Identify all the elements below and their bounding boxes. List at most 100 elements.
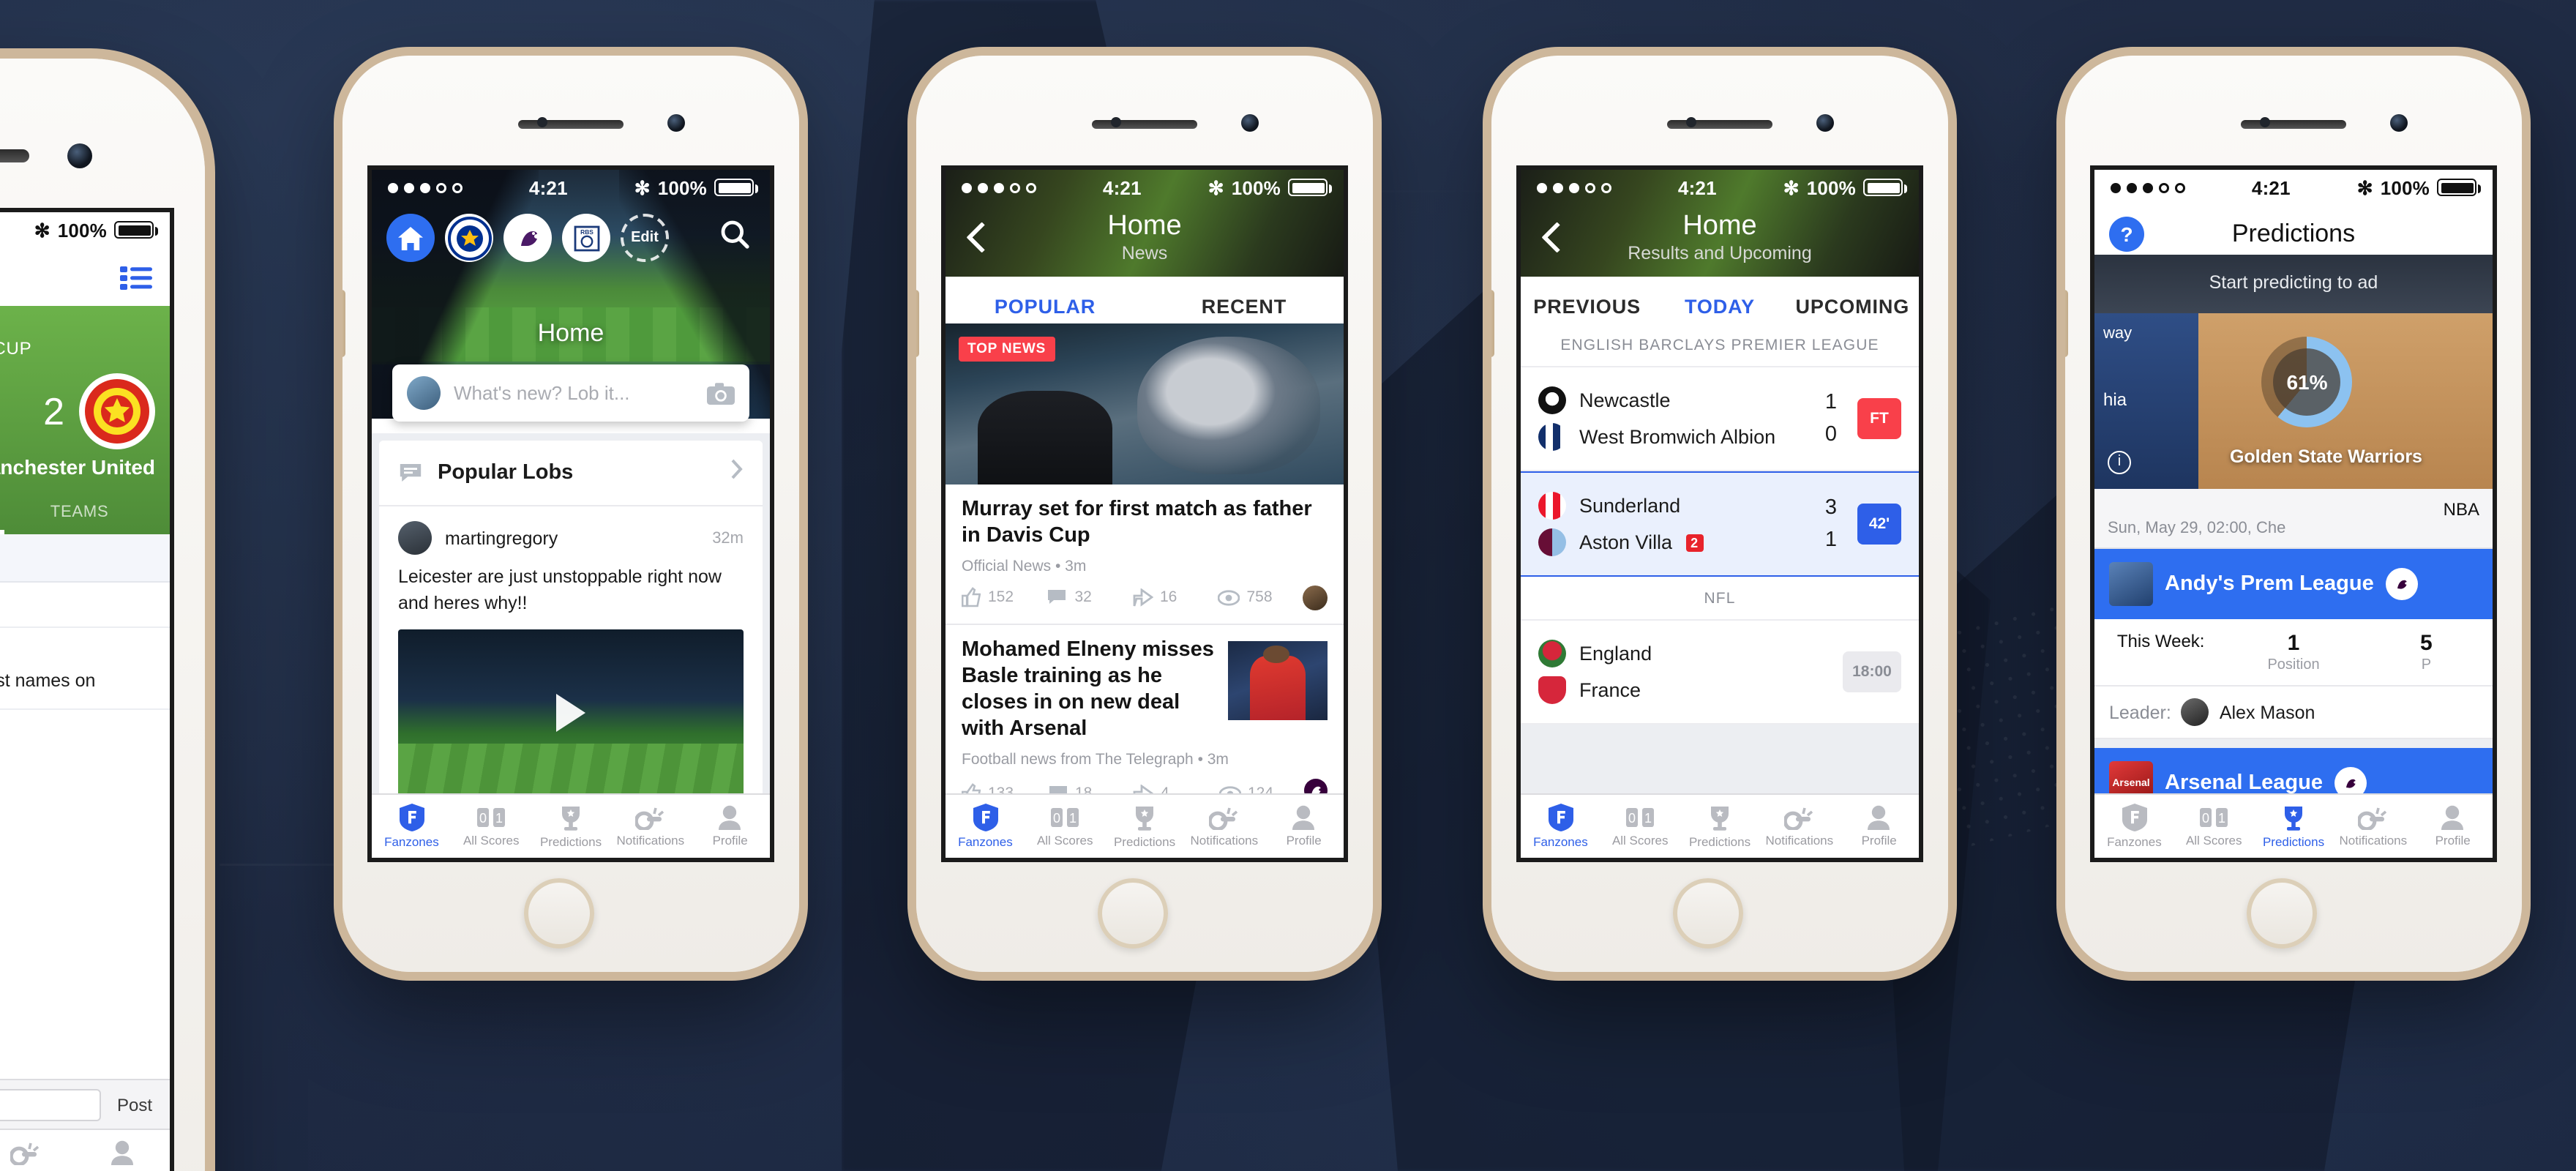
competition-label: THE EMIRATES FA CUP [0,338,32,359]
tabbar-item-all-scores[interactable]: 0 1 All Scores [1600,795,1680,858]
svg-text:0: 0 [2202,811,2209,826]
article-headline[interactable]: Murray set for first match as father in … [946,485,1344,550]
match-row[interactable]: Sunderland Aston Villa 2 3 1 42' [1521,471,1919,577]
post-button[interactable]: Post [111,1094,158,1115]
featured-prediction-card[interactable]: way hia i 61% Golden State Warriors [2094,313,2493,489]
fanzone-switcher[interactable]: RBS Edit [372,208,770,268]
prediction-percent: 61% [2273,348,2341,416]
tabbar-item-profile[interactable]: Profile [690,795,770,858]
tabbar-item-all-scores[interactable]: 0 1 All Scores [2174,795,2254,858]
list-menu-icon[interactable] [120,264,152,291]
match-kickoff-badge: 18:00 [1843,651,1901,692]
tabbar-label: Profile [1861,833,1897,848]
tabbar-item-predictions[interactable]: Predictions [531,795,611,858]
tabbar-label: Notifications [0,1167,59,1171]
tabbar-label: Notifications [1765,832,1834,847]
tabbar-item-notifications[interactable]: Notifications [2333,795,2413,858]
tabbar-item-fanzones[interactable]: Fanzones [946,795,1025,858]
info-icon[interactable]: i [2108,451,2131,474]
comment-composer[interactable]: Post [0,1079,170,1129]
tabbar-item-predictions[interactable]: Predictions [1680,795,1760,858]
tabbar-item-all-scores[interactable]: 0 1 All Scores [452,795,531,858]
statusbar-4: 4:21 ✻ 100% [1521,170,1919,205]
fanzone-rbs-6-nations[interactable]: RBS [562,214,610,262]
league-stats: This Week: 1 Position 5 P [2094,619,2493,686]
post-media[interactable] [398,629,744,797]
comment-input[interactable] [0,1088,101,1121]
view-metric: 758 [1217,589,1303,607]
comment-metric[interactable]: 18 [1047,785,1133,793]
match-row[interactable]: England France 18:00 [1521,621,1919,725]
england-rugby-crest [1538,640,1566,667]
manchester-united-crest [79,373,155,449]
tabbar-item-fanzones[interactable]: Fanzones [2094,795,2174,858]
red-card-badge: 2 [1685,534,1704,551]
popular-lobs-header[interactable]: Popular Lobs [379,441,763,506]
question-mark-icon[interactable]: ? [2109,217,2144,252]
tabbar-item-notifications[interactable]: Notifications [610,795,690,858]
tabbar-item-predictions[interactable]: Predictions [2254,795,2334,858]
fanzone-premier-league[interactable] [503,214,552,262]
search-icon[interactable] [720,220,755,256]
bluetooth-icon: ✻ [1783,176,1800,198]
tab-teams[interactable]: TEAMS [4,490,155,534]
svg-text:RBS: RBS [580,228,593,235]
post-author[interactable]: martingregory [445,528,699,548]
tabbar-item-fanzones[interactable]: Fanzones [372,795,452,858]
tabbar-item-profile[interactable]: Profile [2413,795,2493,858]
statusbar-5: 4:21 ✻ 100% [2094,170,2493,205]
like-count: 152 [988,588,1014,607]
promo-banner: Start predicting to ad [2094,255,2493,313]
post-time: 32m [712,529,744,547]
league-header: NFL [1521,577,1919,621]
edit-label: Edit [631,230,659,246]
away-team-name: Manchester United [0,455,155,479]
like-metric[interactable]: 133 [962,783,1047,793]
nav-title: Home [1107,211,1182,242]
tabbar-item-notifications[interactable]: Notifications [1184,795,1264,858]
position-label: Position [2267,657,2320,673]
status-time: 4:21 [0,219,34,241]
tabbar-1[interactable]: Fanzones All Scores Predictions Notifica… [0,1129,170,1171]
prediction-league-banner[interactable]: Andy's Prem League [2094,549,2493,619]
news-article[interactable]: Mohamed Elneny misses Basle training as … [946,624,1344,793]
chevron-right-icon [730,458,744,487]
tabbar-item-predictions[interactable]: Predictions [1105,795,1185,858]
match-tabs[interactable]: PREDICTIONS CHAT TEAMS [0,490,155,534]
tabbar-item-profile[interactable]: Profile [1839,795,1919,858]
camera-icon[interactable] [707,381,735,405]
tabbar-4[interactable]: Fanzones 0 1 All Scores Predictions Noti… [1521,793,1919,858]
post-composer[interactable]: What's new? Lob it... [392,364,749,422]
tabbar-item-fanzones[interactable]: Fanzones [1521,795,1600,858]
show-previous-comments-link[interactable]: Show previous comments [0,534,170,583]
fanzone-leicester-city[interactable] [445,214,493,262]
post-text: Leicester are just unstoppable right now… [398,566,722,613]
tabbar-label: All Scores [1611,833,1669,848]
tabbar-item-notifications[interactable]: Notifications [0,1130,73,1171]
west-bromwich-albion-crest [1538,423,1566,451]
tabbar-5[interactable]: Fanzones 0 1 All Scores Predictions Noti… [2094,793,2493,858]
comment-row[interactable]: May 21 at 20:08 [0,583,170,629]
tabbar-item-notifications[interactable]: Notifications [1759,795,1839,858]
like-metric[interactable]: 152 [962,588,1047,608]
nav-title: Home [1682,211,1757,242]
comment-row[interactable]: MA May 21 at 20:11 ..ugh if you don't th… [0,628,170,710]
status-time: 4:21 [2251,176,2291,198]
tabbar-item-profile[interactable]: Profile [1264,795,1344,858]
fanzone-edit-button[interactable]: Edit [621,214,669,262]
match-row[interactable]: Newcastle West Bromwich Albion 1 0 FT [1521,367,1919,471]
position-value: 1 [2287,631,2300,656]
tabbar-2[interactable]: Fanzones 0 1 All Scores Predictions Noti… [372,793,770,858]
points-label: P [2421,657,2432,673]
tabbar-item-all-scores[interactable]: 0 1 All Scores [1025,795,1105,858]
news-article[interactable]: TOP NEWS Murray set for first match as f… [946,323,1344,625]
share-metric[interactable]: 16 [1132,588,1218,607]
tabbar-item-profile[interactable]: Profile [73,1130,170,1171]
prediction-league-banner[interactable]: Arsenal Arsenal League [2094,748,2493,793]
tabbar-label: Fanzones [2107,834,2162,849]
comment-metric[interactable]: 32 [1047,589,1133,607]
share-metric[interactable]: 4 [1133,784,1218,793]
sunderland-crest [1538,492,1566,520]
fanzone-home-button[interactable] [386,214,435,262]
tabbar-3[interactable]: Fanzones 0 1 All Scores Predictions Noti… [946,793,1344,858]
